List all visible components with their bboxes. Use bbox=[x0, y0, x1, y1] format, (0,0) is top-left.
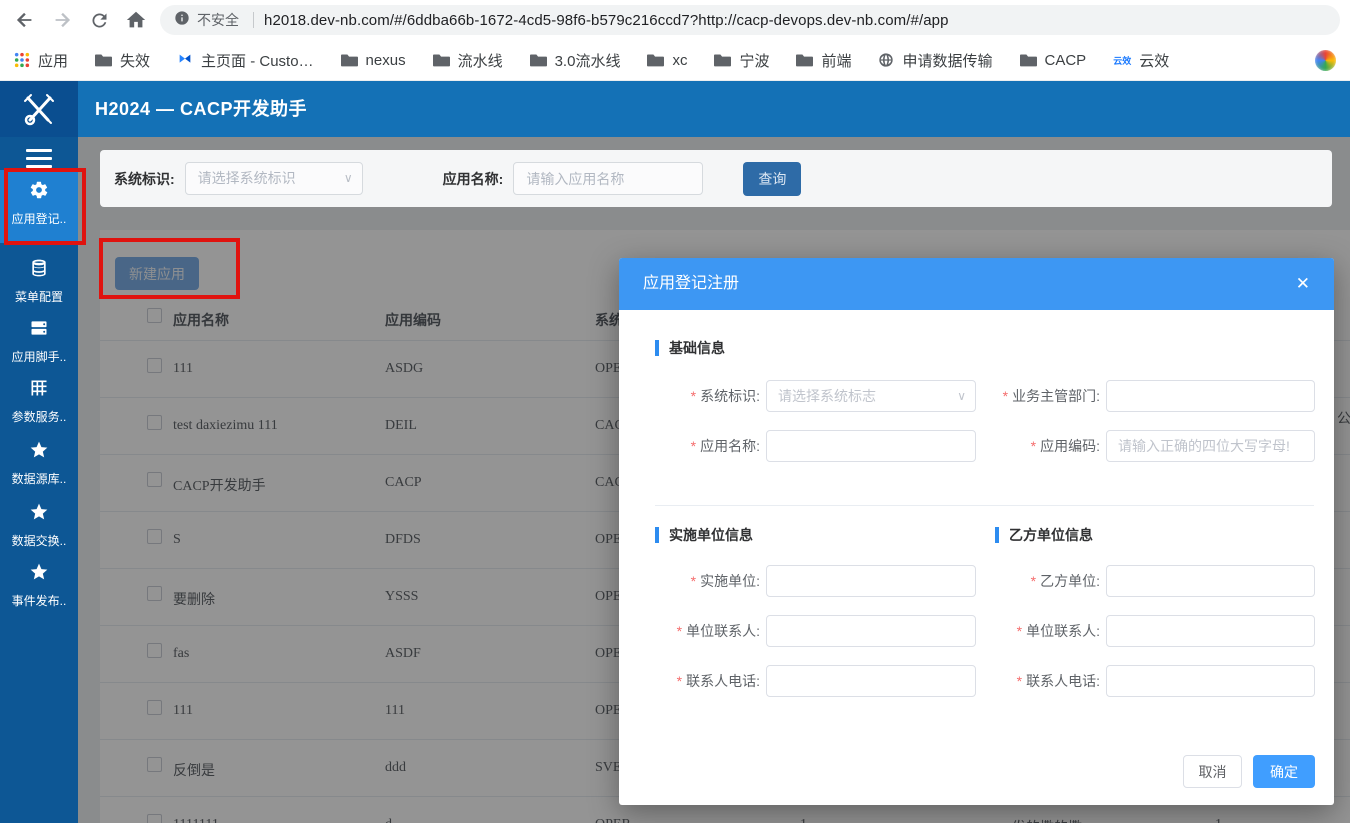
forward-icon[interactable] bbox=[50, 8, 74, 32]
sidebar-item-label: 应用脚手.. bbox=[0, 348, 78, 365]
page-title: H2024 — CACP开发助手 bbox=[95, 81, 307, 137]
dept-input[interactable] bbox=[1106, 380, 1315, 412]
section-basic-info: 基础信息 bbox=[655, 340, 725, 356]
yunxiao-icon: 云效 bbox=[1113, 54, 1131, 67]
impl-contact-field-label: *单位联系人: bbox=[600, 615, 760, 647]
bookmark-apps[interactable]: 应用 bbox=[14, 50, 68, 71]
home-icon[interactable] bbox=[124, 8, 148, 32]
globe-icon bbox=[878, 52, 894, 68]
b-unit-input[interactable] bbox=[1106, 565, 1315, 597]
bookmark-folder[interactable]: 流水线 bbox=[433, 50, 503, 71]
bookmark-folder[interactable]: 前端 bbox=[796, 50, 851, 71]
chevron-down-icon: ∨ bbox=[344, 163, 353, 194]
sidebar-item-app-scaffold[interactable]: 应用脚手.. bbox=[0, 308, 78, 366]
system-id-select[interactable]: 请选择系统标识 ∨ bbox=[185, 162, 363, 195]
reload-icon[interactable] bbox=[87, 8, 111, 32]
page-info-icon[interactable] bbox=[174, 10, 190, 31]
sidebar-item-label: 菜单配置 bbox=[0, 288, 78, 305]
table-grid-icon bbox=[29, 378, 49, 398]
bookmark-folder[interactable]: 宁波 bbox=[714, 50, 769, 71]
sidebar-item-label: 参数服务.. bbox=[0, 408, 78, 425]
sidebar: 应用登记.. 菜单配置 应用脚手.. 参数服务.. 数据源库.. 数据交换.. … bbox=[0, 137, 78, 823]
b-unit-field-label: *乙方单位: bbox=[940, 565, 1100, 597]
sidebar-item-param-service[interactable]: 参数服务.. bbox=[0, 368, 78, 426]
star-icon bbox=[29, 502, 49, 522]
sidebar-item-datasource[interactable]: 数据源库.. bbox=[0, 430, 78, 488]
sidebar-item-label: 事件发布.. bbox=[0, 592, 78, 609]
app-register-modal: 应用登记注册 ✕ 基础信息 *系统标识: 请选择系统标志 ∨ *业务主管部门: … bbox=[619, 258, 1334, 805]
cancel-button[interactable]: 取消 bbox=[1183, 755, 1242, 788]
bookmark-yunxiao[interactable]: 云效 云效 bbox=[1113, 50, 1169, 71]
address-bar[interactable]: 不安全 h2018.dev-nb.com/#/6ddba66b-1672-4cd… bbox=[160, 5, 1340, 35]
star-icon bbox=[29, 440, 49, 460]
system-id-placeholder: 请选择系统标识 bbox=[198, 170, 296, 186]
apps-grid-icon bbox=[14, 52, 30, 68]
modal-title: 应用登记注册 bbox=[643, 258, 739, 310]
b-phone-field-label: *联系人电话: bbox=[940, 665, 1100, 697]
confirm-button[interactable]: 确定 bbox=[1253, 755, 1315, 788]
app-code-field-label: *应用编码: bbox=[940, 430, 1100, 462]
folder-icon bbox=[530, 53, 547, 67]
app-logo bbox=[0, 81, 78, 137]
folder-icon bbox=[1020, 53, 1037, 67]
b-contact-field-label: *单位联系人: bbox=[940, 615, 1100, 647]
confluence-icon bbox=[177, 52, 193, 68]
search-button[interactable]: 查询 bbox=[743, 162, 801, 196]
system-id-label: 系统标识: bbox=[114, 169, 175, 189]
folder-icon bbox=[95, 53, 112, 67]
sidebar-item-event-publish[interactable]: 事件发布.. bbox=[0, 552, 78, 610]
close-icon[interactable]: ✕ bbox=[1290, 258, 1316, 310]
section-divider bbox=[655, 505, 1314, 506]
section-party-b-info: 乙方单位信息 bbox=[995, 527, 1093, 543]
profile-avatar-icon[interactable] bbox=[1315, 50, 1336, 71]
folder-icon bbox=[341, 53, 358, 67]
app-name-input[interactable] bbox=[513, 162, 703, 195]
database-icon bbox=[29, 258, 49, 278]
b-phone-input[interactable] bbox=[1106, 665, 1315, 697]
folder-icon bbox=[433, 53, 450, 67]
app-code-input[interactable] bbox=[1106, 430, 1315, 462]
folder-icon bbox=[647, 53, 664, 67]
system-id-field-label: *系统标识: bbox=[600, 380, 760, 412]
app-name-label: 应用名称: bbox=[443, 169, 504, 189]
app-header: H2024 — CACP开发助手 bbox=[0, 81, 1350, 137]
modal-header: 应用登记注册 ✕ bbox=[619, 258, 1334, 310]
app-name-field-label: *应用名称: bbox=[600, 430, 760, 462]
star-icon bbox=[29, 562, 49, 582]
browser-toolbar: 不安全 h2018.dev-nb.com/#/6ddba66b-1672-4cd… bbox=[0, 0, 1350, 40]
bookmark-folder[interactable]: xc bbox=[647, 52, 687, 69]
url-text[interactable]: h2018.dev-nb.com/#/6ddba66b-1672-4cd5-98… bbox=[264, 12, 949, 29]
security-label: 不安全 bbox=[197, 10, 239, 30]
bookmark-confluence[interactable]: 主页面 - Custo… bbox=[177, 50, 314, 71]
b-contact-input[interactable] bbox=[1106, 615, 1315, 647]
sidebar-item-label: 数据交换.. bbox=[0, 532, 78, 549]
bookmark-folder[interactable]: 3.0流水线 bbox=[530, 50, 621, 71]
gear-icon bbox=[29, 180, 49, 200]
crossed-tools-logo-icon bbox=[19, 89, 59, 129]
bookmarks-bar: 应用 失效 主页面 - Custo… nexus 流水线 3.0流水线 xc bbox=[0, 40, 1350, 81]
screen: 不安全 h2018.dev-nb.com/#/6ddba66b-1672-4cd… bbox=[0, 0, 1350, 823]
bookmark-globe[interactable]: 申请数据传输 bbox=[878, 50, 992, 71]
dept-field-label: *业务主管部门: bbox=[940, 380, 1100, 412]
sidebar-item-label: 应用登记.. bbox=[0, 210, 78, 227]
main-content: 新建应用 应用名称 应用编码 系统标识 111 ASDG OPE test da… bbox=[78, 137, 1350, 823]
back-icon[interactable] bbox=[13, 8, 37, 32]
bookmark-folder[interactable]: CACP bbox=[1020, 52, 1087, 69]
address-separator bbox=[253, 12, 254, 28]
folder-icon bbox=[796, 53, 813, 67]
sidebar-item-menu-config[interactable]: 菜单配置 bbox=[0, 248, 78, 306]
section-impl-info: 实施单位信息 bbox=[655, 527, 753, 543]
filter-bar: 系统标识: 请选择系统标识 ∨ 应用名称: 查询 bbox=[100, 150, 1332, 207]
modal-system-placeholder: 请选择系统标志 bbox=[778, 388, 876, 404]
bookmark-folder[interactable]: 失效 bbox=[95, 50, 150, 71]
sidebar-item-label: 数据源库.. bbox=[0, 470, 78, 487]
folder-icon bbox=[714, 53, 731, 67]
impl-unit-field-label: *实施单位: bbox=[600, 565, 760, 597]
impl-phone-field-label: *联系人电话: bbox=[600, 665, 760, 697]
sidebar-item-data-exchange[interactable]: 数据交换.. bbox=[0, 492, 78, 550]
bookmark-folder[interactable]: nexus bbox=[341, 52, 406, 69]
sidebar-item-app-register[interactable]: 应用登记.. bbox=[0, 170, 78, 243]
server-icon bbox=[29, 318, 49, 338]
